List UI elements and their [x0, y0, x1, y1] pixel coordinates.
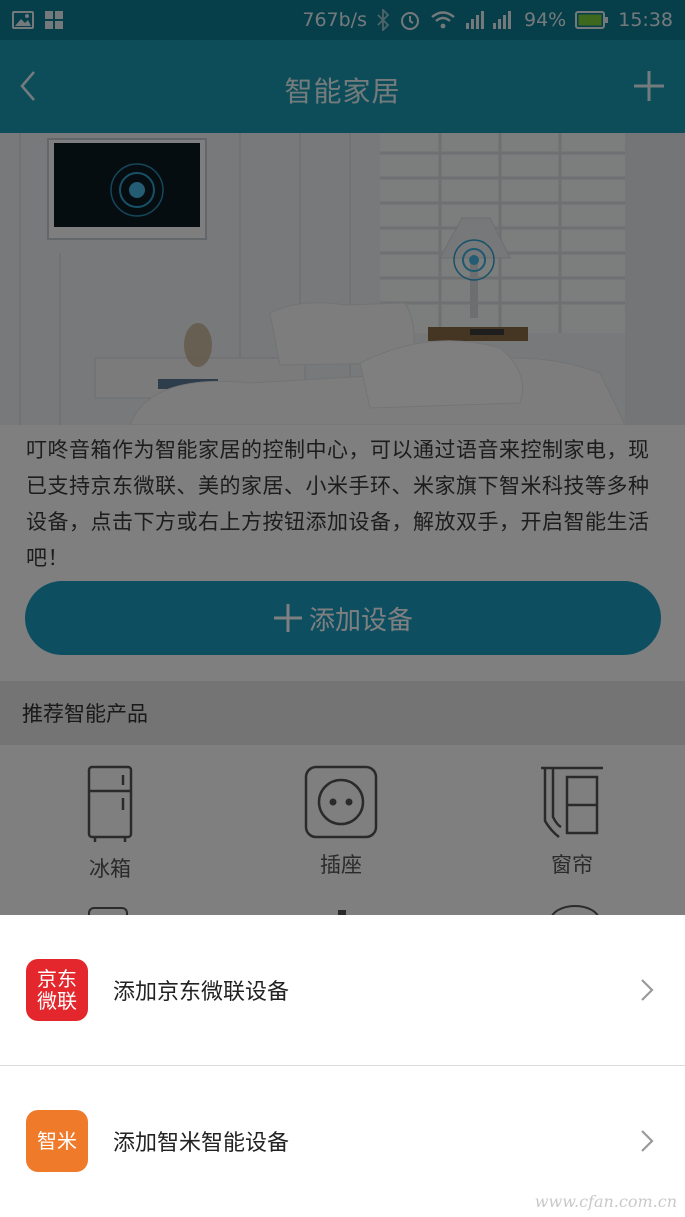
logo-text: 微联	[37, 989, 77, 1013]
modal-backdrop[interactable]	[0, 0, 685, 915]
add-device-sheet: 京东 微联 添加京东微联设备 智米 添加智米智能设备 www.cfan.com.…	[0, 915, 685, 1217]
option-label: 添加京东微联设备	[113, 980, 290, 1005]
logo-text: 智米	[37, 1129, 77, 1153]
jd-weilian-logo: 京东 微联	[26, 959, 88, 1021]
option-label: 添加智米智能设备	[113, 1131, 290, 1156]
option-jd-weilian[interactable]: 京东 微联 添加京东微联设备	[0, 915, 685, 1065]
zhimi-logo: 智米	[26, 1110, 88, 1172]
chevron-right-icon	[641, 979, 654, 1001]
watermark: www.cfan.com.cn	[534, 1192, 677, 1211]
chevron-right-icon	[641, 1130, 654, 1152]
logo-text: 京东	[37, 967, 77, 991]
